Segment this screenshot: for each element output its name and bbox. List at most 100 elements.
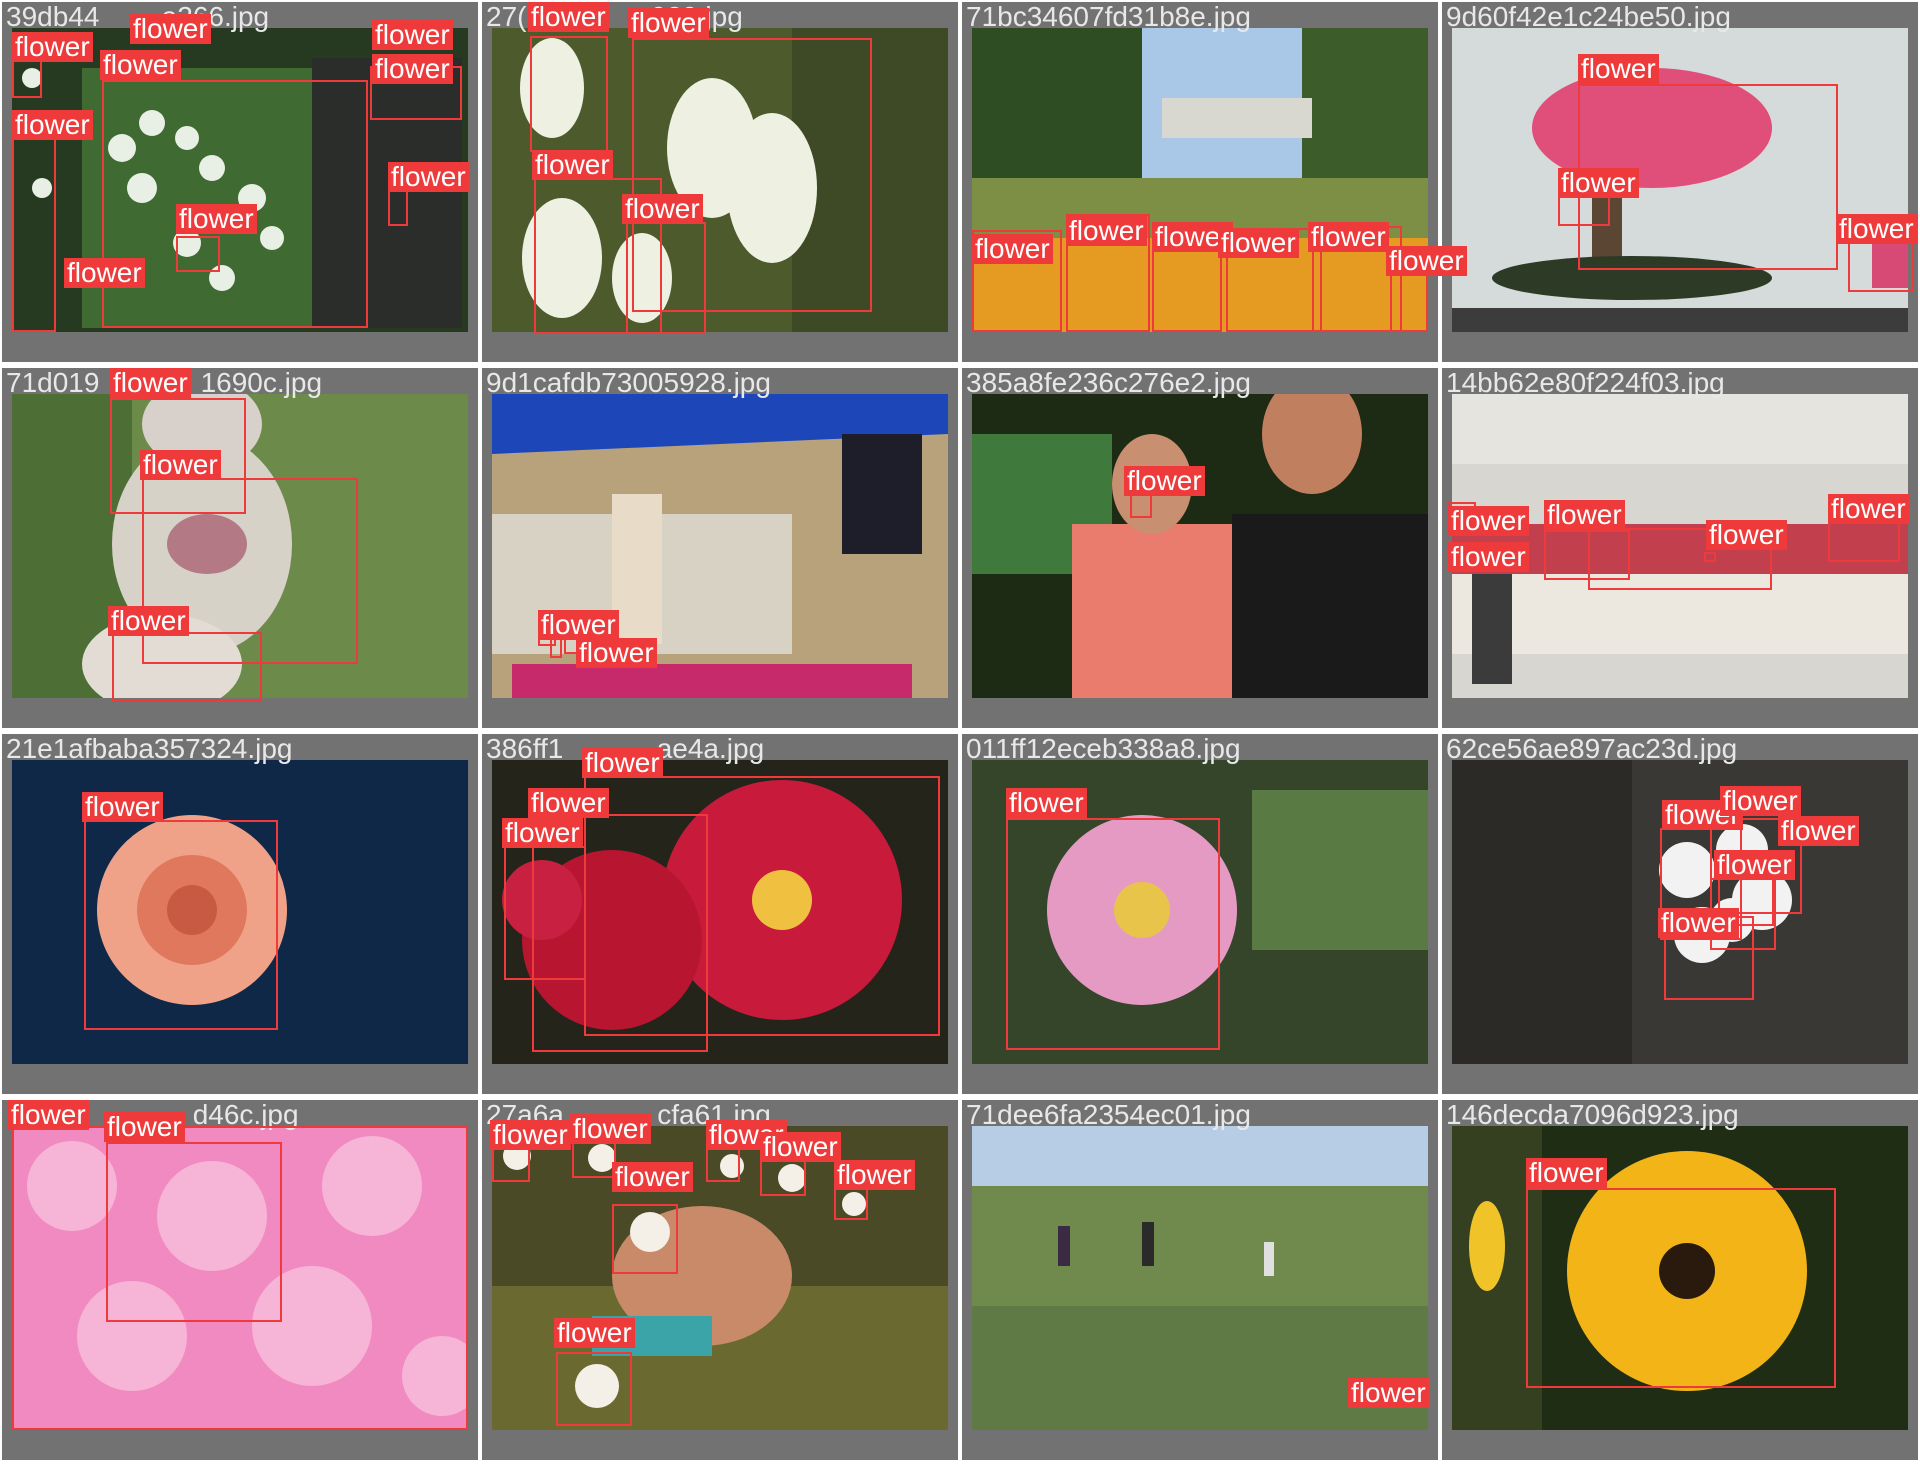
label-flower: flower	[82, 792, 163, 822]
label-flower: flower	[1218, 228, 1299, 258]
detection-grid: 39db44 a266.jpg flower flower flower flo…	[0, 0, 1920, 1464]
label-flower: flower	[628, 8, 709, 38]
image-tile[interactable]: d46c.jpg flower flower	[2, 1099, 478, 1460]
label-flower: flower	[528, 788, 609, 818]
label-flower: flower	[582, 748, 663, 778]
label-flower: flower	[1448, 506, 1529, 536]
detection-box	[1526, 1188, 1836, 1388]
filename: 146decda7096d923.jpg	[1446, 1099, 1739, 1130]
label-flower: flower	[1448, 542, 1529, 572]
label-flower: flower	[1714, 850, 1795, 880]
label-flower: flower	[1124, 466, 1205, 496]
label-flower: flower	[1778, 816, 1859, 846]
detection-box	[504, 846, 586, 980]
label-flower: flower	[176, 204, 257, 234]
image-tile[interactable]: 71bc34607fd31b8e.jpg flower flower flowe…	[962, 1, 1467, 362]
detection-box	[556, 1352, 632, 1426]
detection-box	[492, 1146, 530, 1182]
image-tile[interactable]: 385a8fe236c276e2.jpg flower	[962, 367, 1438, 728]
label-flower: flower	[1578, 54, 1659, 84]
detection-box	[1558, 194, 1610, 226]
detection-box	[1006, 818, 1220, 1050]
label-flower: flower	[140, 450, 221, 480]
filename: 011ff12eceb338a8.jpg	[966, 733, 1241, 764]
photo-people-night	[972, 394, 1428, 698]
label-flower: flower	[490, 1120, 571, 1150]
image-tile[interactable]: 9d1cafdb73005928.jpg flower flower	[482, 367, 958, 728]
image-tile[interactable]: 21e1afbaba357324.jpg flower	[2, 733, 478, 1094]
detection-box	[84, 820, 278, 1030]
label-flower: flower	[1544, 500, 1625, 530]
detection-box	[1704, 552, 1716, 562]
image-tile[interactable]: 9d60f42e1c24be50.jpg flower flower flowe…	[1442, 1, 1918, 362]
detection-box	[1848, 240, 1914, 292]
detection-box	[612, 1204, 678, 1274]
filename: 21e1afbaba357324.jpg	[6, 733, 293, 764]
image-tile[interactable]: 39db44 a266.jpg flower flower flower flo…	[2, 1, 478, 362]
label-flower: flower	[388, 162, 469, 192]
detection-box	[626, 222, 706, 334]
label-flower: flower	[372, 54, 453, 84]
detection-box	[760, 1160, 806, 1196]
label-flower: flower	[1558, 168, 1639, 198]
label-flower: flower	[760, 1132, 841, 1162]
detection-box	[106, 1142, 282, 1322]
detection-box	[706, 1148, 740, 1182]
label-flower: flower	[612, 1162, 693, 1192]
label-flower: flower	[8, 1100, 89, 1130]
label-flower: flower	[528, 2, 609, 32]
image-tile[interactable]: 386ff1 ae4a.jpg flower flower flower	[482, 733, 958, 1094]
label-flower: flower	[1308, 222, 1389, 252]
filename: 9d1cafdb73005928.jpg	[486, 367, 771, 398]
label-flower: flower	[570, 1114, 651, 1144]
label-flower: flower	[100, 50, 181, 80]
label-flower: flower	[372, 20, 453, 50]
label-flower: flower	[972, 234, 1053, 264]
image-tile[interactable]: 71dee6fa2354ec01.jpg flower	[962, 1099, 1438, 1460]
filename: 71bc34607fd31b8e.jpg	[966, 1, 1251, 32]
label-flower: flower	[1348, 1378, 1429, 1408]
detection-box	[388, 186, 408, 226]
detection-box	[12, 136, 56, 332]
image-tile[interactable]: 011ff12eceb338a8.jpg flower	[962, 733, 1438, 1094]
label-flower: flower	[1706, 520, 1787, 550]
image-tile[interactable]: 27( 929.jpg flower flower flower flower	[482, 1, 958, 362]
image-tile[interactable]: 71d019 1690c.jpg flower flower flower	[2, 367, 478, 728]
filename: 9d60f42e1c24be50.jpg	[1446, 1, 1731, 32]
image-tile[interactable]: 146decda7096d923.jpg flower	[1442, 1099, 1918, 1460]
label-flower: flower	[502, 818, 583, 848]
label-flower: flower	[532, 150, 613, 180]
label-flower: flower	[108, 606, 189, 636]
filename: 71dee6fa2354ec01.jpg	[966, 1099, 1251, 1130]
detection-box	[1130, 494, 1152, 518]
label-flower: flower	[1386, 246, 1467, 276]
image-tile[interactable]: 62ce56ae897ac23d.jpg flower flower flowe…	[1442, 733, 1918, 1094]
detection-box	[1828, 522, 1900, 562]
label-flower: flower	[110, 368, 191, 398]
label-flower: flower	[12, 32, 93, 62]
label-flower: flower	[1720, 786, 1801, 816]
label-flower: flower	[1828, 494, 1909, 524]
detection-box	[572, 1142, 616, 1178]
detection-box	[112, 632, 262, 702]
label-flower: flower	[554, 1318, 635, 1348]
label-flower: flower	[622, 194, 703, 224]
label-flower: flower	[1836, 214, 1917, 244]
label-flower: flower	[104, 1112, 185, 1142]
label-flower: flower	[1006, 788, 1087, 818]
label-flower: flower	[130, 14, 211, 44]
label-flower: flower	[64, 258, 145, 288]
filename: 62ce56ae897ac23d.jpg	[1446, 733, 1738, 764]
detection-box	[530, 36, 608, 152]
label-flower: flower	[12, 110, 93, 140]
label-flower: flower	[538, 610, 619, 640]
image-tile[interactable]: 14bb62e80f224f03.jpg flower flower flowe…	[1442, 367, 1918, 728]
detection-box	[834, 1186, 868, 1220]
image-tile[interactable]: 27a6a cfa61.jpg flower flower flower flo…	[482, 1099, 958, 1460]
detection-box	[12, 60, 42, 98]
label-flower: flower	[576, 638, 657, 668]
label-flower: flower	[1066, 216, 1147, 246]
label-flower: flower	[1658, 908, 1739, 938]
detection-box	[176, 236, 220, 272]
label-flower: flower	[1526, 1158, 1607, 1188]
